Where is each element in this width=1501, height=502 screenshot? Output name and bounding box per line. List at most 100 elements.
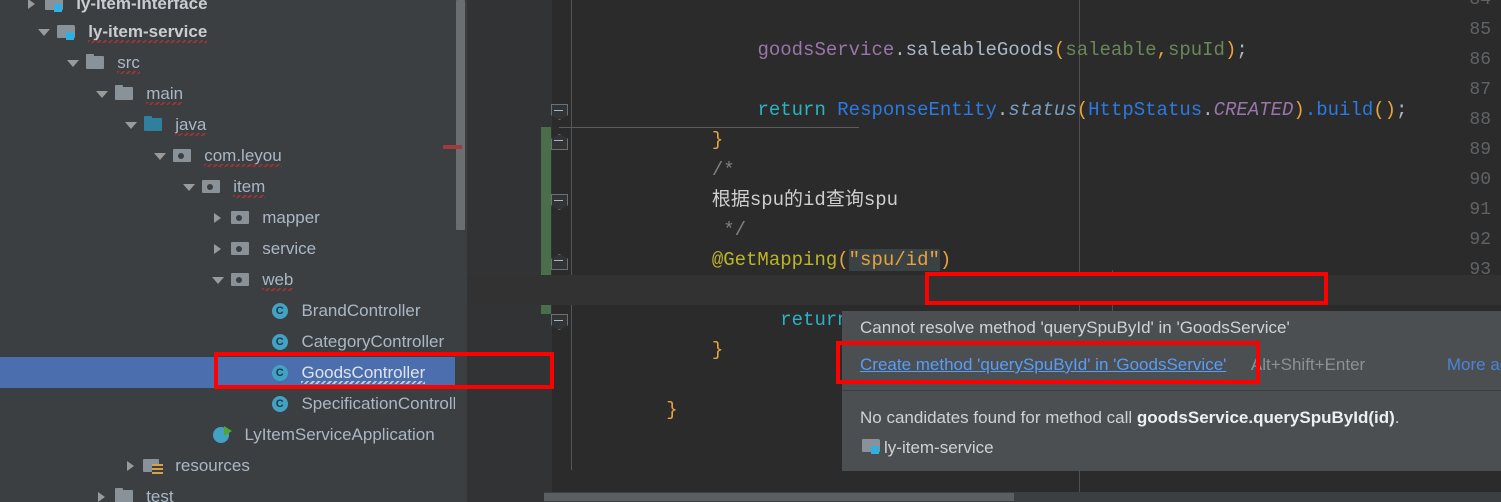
popup-module-label: ly-item-service [884, 438, 994, 457]
tree-item-src[interactable]: src [0, 47, 455, 78]
resources-folder-icon [143, 450, 165, 481]
tree-item-mapper[interactable]: mapper [0, 202, 455, 233]
tree-error-stripe-marker [443, 145, 462, 149]
code-token-return: return [780, 309, 849, 331]
chevron-down-icon[interactable] [182, 171, 197, 202]
code-line-91[interactable]: */ [575, 185, 746, 241]
code-token-response-entity: ResponseEntity [837, 99, 997, 121]
folder-icon [114, 481, 136, 502]
chevron-down-icon[interactable] [95, 78, 110, 109]
tree-item-service[interactable]: service [0, 233, 455, 264]
code-line-90[interactable]: 根据spu的id查询spu [575, 155, 898, 211]
tree-item-label: com.leyou [204, 140, 283, 171]
fold-handle-icon[interactable] [551, 104, 566, 118]
tree-item-resources[interactable]: resources [0, 450, 455, 481]
module-folder-icon [860, 436, 884, 458]
package-icon [172, 140, 194, 171]
no-candidates-text: No candidates found for method call good… [842, 403, 1501, 433]
tree-item-label: test [146, 487, 174, 502]
package-icon [230, 264, 252, 295]
create-method-link[interactable]: Create method 'querySpuById' in 'GoodsSe… [860, 355, 1226, 374]
chevron-right-icon[interactable] [213, 233, 226, 264]
tree-item-item[interactable]: item [0, 171, 455, 202]
editor-horizontal-scrollbar-thumb[interactable] [544, 493, 1014, 501]
code-line-87[interactable]: return ResponseEntity.status(HttpStatus.… [575, 65, 1407, 121]
no-candidates-prefix: No candidates found for method call [860, 408, 1137, 427]
fold-handle-icon[interactable] [551, 254, 566, 268]
code-line-93[interactable]: public ResponseEntity<Spu> querySpuById(… [575, 245, 1499, 301]
tree-item-label: service [262, 239, 317, 258]
java-class-icon [270, 388, 292, 419]
tree-item-label: mapper [262, 208, 320, 227]
tree-item-label: web [262, 264, 294, 295]
popup-divider [842, 390, 1501, 391]
tree-item-label: item [233, 171, 266, 202]
chevron-right-icon[interactable] [213, 202, 226, 233]
tree-scrollbar-thumb[interactable] [456, 0, 465, 230]
tree-item-test[interactable]: test [0, 481, 455, 502]
gutter-divider [571, 0, 572, 470]
spring-boot-run-class-icon [212, 419, 235, 450]
tree-item-label: resources [175, 456, 250, 475]
code-token-build: build [1316, 99, 1374, 121]
code-line-89[interactable]: /* [575, 125, 735, 181]
code-token-goods-service: goodsService [757, 39, 895, 61]
tree-item-label: main [146, 78, 183, 109]
package-icon [201, 171, 223, 202]
tree-item-web[interactable]: web [0, 264, 455, 295]
more-actions-link[interactable]: More act [1447, 344, 1501, 386]
chevron-down-icon[interactable] [211, 264, 226, 295]
code-line-85[interactable]: goodsService.saleableGoods(saleable,spuI… [575, 5, 1247, 61]
tree-item-label: java [175, 109, 207, 140]
error-message-text: Cannot resolve method 'querySpuById' in … [860, 318, 1290, 337]
tree-item-goods-controller[interactable]: GoodsController [0, 357, 455, 388]
tree-item-brand-controller[interactable]: BrandController [0, 295, 455, 326]
tree-item-label: ly-item-service [88, 16, 208, 47]
code-token-http-status: HttpStatus [1088, 99, 1203, 121]
package-icon [230, 202, 252, 233]
tree-item-label: GoodsController [301, 357, 425, 388]
chevron-right-icon[interactable] [97, 481, 110, 502]
project-tree-panel[interactable]: ly-item-interface ly-item-service src ma… [0, 0, 455, 502]
java-class-icon [270, 295, 292, 326]
chevron-right-icon[interactable] [126, 450, 139, 481]
code-token-return: return [757, 99, 826, 121]
chevron-down-icon[interactable] [37, 16, 52, 47]
tree-item-main[interactable]: main [0, 78, 455, 109]
tree-item-label: LyItemServiceApplication [244, 425, 435, 444]
code-line-97[interactable]: } [575, 365, 677, 421]
module-folder-icon [56, 16, 78, 47]
fold-handle-icon[interactable] [551, 134, 566, 148]
editor-gutter[interactable] [467, 0, 552, 502]
error-tooltip-popup[interactable]: Cannot resolve method 'querySpuById' in … [842, 311, 1501, 471]
tree-item-java[interactable]: java [0, 109, 455, 140]
folder-icon [114, 78, 136, 109]
tree-item-ly-item-service-application[interactable]: LyItemServiceApplication [0, 419, 455, 450]
code-token-status: status [1008, 99, 1077, 121]
fold-handle-icon[interactable] [551, 194, 566, 208]
code-line-95[interactable]: } [575, 305, 723, 361]
java-class-icon [270, 357, 292, 388]
tree-item-label: BrandController [301, 301, 421, 320]
quick-fix-row[interactable]: Create method 'querySpuById' in 'GoodsSe… [842, 344, 1501, 386]
chevron-down-icon[interactable] [66, 47, 81, 78]
tree-item-label: SpecificationControll [301, 394, 455, 413]
tree-item-com-leyou[interactable]: com.leyou [0, 140, 455, 171]
no-candidates-call: goodsService.querySpuById(id) [1136, 408, 1395, 427]
code-token-spu-id: spuId [1167, 39, 1225, 61]
no-candidates-suffix: . [1394, 408, 1400, 427]
folder-icon [85, 47, 107, 78]
code-line-88[interactable]: } [575, 95, 723, 151]
code-token-saleable-goods: saleableGoods [905, 39, 1054, 61]
chevron-down-icon[interactable] [124, 109, 139, 140]
source-folder-icon [143, 109, 165, 140]
chevron-down-icon[interactable] [153, 140, 168, 171]
shortcut-hint: Alt+Shift+Enter [1250, 355, 1366, 374]
tree-item-label: src [117, 47, 140, 78]
popup-module-row: ly-item-service [842, 433, 1501, 463]
tree-item-ly-item-service[interactable]: ly-item-service [0, 16, 455, 47]
tree-item-category-controller[interactable]: CategoryController [0, 326, 455, 357]
code-line-92[interactable]: @GetMapping("spu/id") [575, 215, 951, 271]
tree-item-specification-controller[interactable]: SpecificationControll [0, 388, 455, 419]
code-line-94-current[interactable]: return ResponseEntity.ok(goodsService.qu… [467, 275, 1501, 331]
